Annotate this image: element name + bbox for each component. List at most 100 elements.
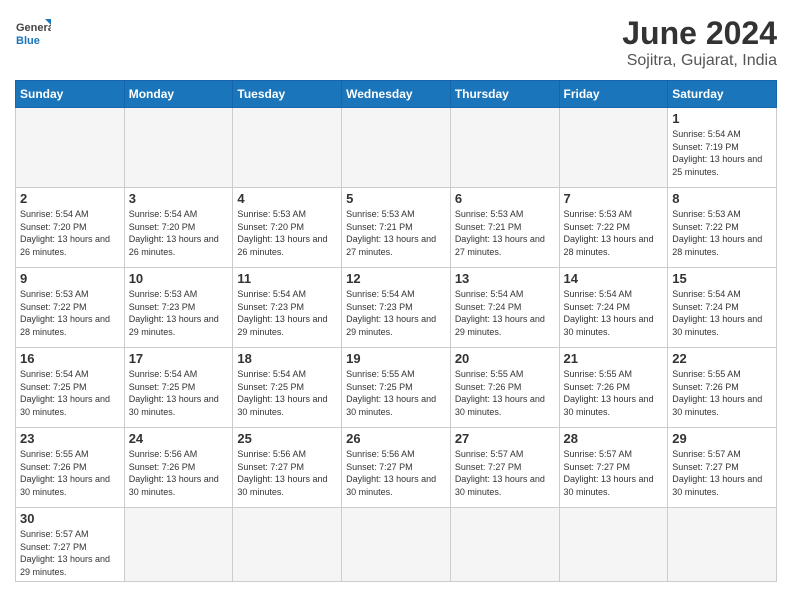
calendar-cell: 16Sunrise: 5:54 AMSunset: 7:25 PMDayligh… xyxy=(16,348,125,428)
week-row-5: 23 Sunrise: 5:55 AMSunset: 7:26 PMDayligh… xyxy=(16,428,777,508)
weekday-monday: Monday xyxy=(124,81,233,108)
svg-text:General: General xyxy=(16,22,51,34)
day-number: 9 xyxy=(20,271,120,286)
day-info: Sunrise: 5:56 AMSunset: 7:26 PMDaylight:… xyxy=(129,448,229,498)
weekday-header-row: SundayMondayTuesdayWednesdayThursdayFrid… xyxy=(16,81,777,108)
day-info: Sunrise: 5:54 AMSunset: 7:24 PMDaylight:… xyxy=(672,288,772,338)
day-info: Sunrise: 5:53 AMSunset: 7:22 PMDaylight:… xyxy=(672,208,772,258)
day-number: 26 xyxy=(346,431,446,446)
day-info: Sunrise: 5:57 AMSunset: 7:27 PMDaylight:… xyxy=(564,448,664,498)
calendar-cell: 6Sunrise: 5:53 AMSunset: 7:21 PMDaylight… xyxy=(450,188,559,268)
calendar-cell: 27Sunrise: 5:57 AMSunset: 7:27 PMDayligh… xyxy=(450,428,559,508)
calendar-cell xyxy=(16,108,125,188)
day-info: Sunrise: 5:54 AMSunset: 7:23 PMDaylight:… xyxy=(237,288,337,338)
calendar-cell: 11 Sunrise: 5:54 AMSunset: 7:23 PMDayligh… xyxy=(233,268,342,348)
day-number: 20 xyxy=(455,351,555,366)
calendar-cell: 8 Sunrise: 5:53 AMSunset: 7:22 PMDaylight… xyxy=(668,188,777,268)
day-info: Sunrise: 5:55 AMSunset: 7:26 PMDaylight:… xyxy=(20,448,120,498)
day-info: Sunrise: 5:56 AMSunset: 7:27 PMDaylight:… xyxy=(346,448,446,498)
calendar-cell: 10Sunrise: 5:53 AMSunset: 7:23 PMDayligh… xyxy=(124,268,233,348)
calendar-cell: 20 Sunrise: 5:55 AMSunset: 7:26 PMDayligh… xyxy=(450,348,559,428)
month-year: June 2024 xyxy=(622,15,777,52)
header: General Blue June 2024 Sojitra, Gujarat,… xyxy=(15,15,777,70)
calendar-cell: 7Sunrise: 5:53 AMSunset: 7:22 PMDaylight… xyxy=(559,188,668,268)
week-row-6: 30Sunrise: 5:57 AMSunset: 7:27 PMDayligh… xyxy=(16,508,777,582)
calendar-cell: 12Sunrise: 5:54 AMSunset: 7:23 PMDayligh… xyxy=(342,268,451,348)
weekday-thursday: Thursday xyxy=(450,81,559,108)
calendar-cell xyxy=(559,508,668,582)
day-info: Sunrise: 5:54 AMSunset: 7:24 PMDaylight:… xyxy=(564,288,664,338)
day-number: 24 xyxy=(129,431,229,446)
calendar-cell: 9 Sunrise: 5:53 AMSunset: 7:22 PMDaylight… xyxy=(16,268,125,348)
day-info: Sunrise: 5:54 AMSunset: 7:25 PMDaylight:… xyxy=(237,368,337,418)
weekday-wednesday: Wednesday xyxy=(342,81,451,108)
calendar-cell: 13 Sunrise: 5:54 AMSunset: 7:24 PMDayligh… xyxy=(450,268,559,348)
day-number: 5 xyxy=(346,191,446,206)
week-row-4: 16 Sunrise: 5:54 AMSunset: 7:25 PMDayligh… xyxy=(16,348,777,428)
day-number: 13 xyxy=(455,271,555,286)
week-row-1: 1Sunrise: 5:54 AMSunset: 7:19 PMDaylight… xyxy=(16,108,777,188)
day-number: 14 xyxy=(564,271,664,286)
calendar-cell: 2Sunrise: 5:54 AMSunset: 7:20 PMDaylight… xyxy=(16,188,125,268)
day-number: 2 xyxy=(20,191,120,206)
day-number: 11 xyxy=(237,271,337,286)
day-number: 15 xyxy=(672,271,772,286)
calendar-cell xyxy=(668,508,777,582)
calendar-cell xyxy=(450,108,559,188)
calendar-cell: 5 Sunrise: 5:53 AMSunset: 7:21 PMDaylight… xyxy=(342,188,451,268)
day-number: 10 xyxy=(129,271,229,286)
calendar-cell: 3 Sunrise: 5:54 AMSunset: 7:20 PMDaylight… xyxy=(124,188,233,268)
calendar-cell: 24 Sunrise: 5:56 AMSunset: 7:26 PMDayligh… xyxy=(124,428,233,508)
day-number: 1 xyxy=(672,111,772,126)
day-info: Sunrise: 5:57 AMSunset: 7:27 PMDaylight:… xyxy=(672,448,772,498)
calendar-cell: 28 Sunrise: 5:57 AMSunset: 7:27 PMDayligh… xyxy=(559,428,668,508)
calendar-cell xyxy=(124,508,233,582)
logo-svg: General Blue xyxy=(15,15,51,51)
day-number: 28 xyxy=(564,431,664,446)
weekday-friday: Friday xyxy=(559,81,668,108)
week-row-2: 2 Sunrise: 5:54 AMSunset: 7:20 PMDaylight… xyxy=(16,188,777,268)
calendar-cell: 22Sunrise: 5:55 AMSunset: 7:26 PMDayligh… xyxy=(668,348,777,428)
calendar-cell: 25 Sunrise: 5:56 AMSunset: 7:27 PMDayligh… xyxy=(233,428,342,508)
day-number: 19 xyxy=(346,351,446,366)
day-info: Sunrise: 5:54 AMSunset: 7:20 PMDaylight:… xyxy=(129,208,229,258)
calendar-cell xyxy=(342,508,451,582)
day-number: 18 xyxy=(237,351,337,366)
day-info: Sunrise: 5:56 AMSunset: 7:27 PMDaylight:… xyxy=(237,448,337,498)
calendar-cell: 29 Sunrise: 5:57 AMSunset: 7:27 PMDayligh… xyxy=(668,428,777,508)
calendar-cell: 1Sunrise: 5:54 AMSunset: 7:19 PMDaylight… xyxy=(668,108,777,188)
calendar-cell: 17Sunrise: 5:54 AMSunset: 7:25 PMDayligh… xyxy=(124,348,233,428)
calendar-table: SundayMondayTuesdayWednesdayThursdayFrid… xyxy=(15,80,777,582)
day-number: 29 xyxy=(672,431,772,446)
day-info: Sunrise: 5:53 AMSunset: 7:21 PMDaylight:… xyxy=(346,208,446,258)
location: Sojitra, Gujarat, India xyxy=(622,52,777,70)
calendar-cell: 18 Sunrise: 5:54 AMSunset: 7:25 PMDayligh… xyxy=(233,348,342,428)
svg-text:Blue: Blue xyxy=(16,35,40,47)
weekday-sunday: Sunday xyxy=(16,81,125,108)
day-number: 30 xyxy=(20,511,120,526)
day-number: 8 xyxy=(672,191,772,206)
day-number: 4 xyxy=(237,191,337,206)
day-number: 23 xyxy=(20,431,120,446)
weekday-tuesday: Tuesday xyxy=(233,81,342,108)
calendar-cell xyxy=(124,108,233,188)
day-number: 22 xyxy=(672,351,772,366)
day-info: Sunrise: 5:53 AMSunset: 7:22 PMDaylight:… xyxy=(20,288,120,338)
day-number: 16 xyxy=(20,351,120,366)
week-row-3: 9 Sunrise: 5:53 AMSunset: 7:22 PMDaylight… xyxy=(16,268,777,348)
day-info: Sunrise: 5:55 AMSunset: 7:26 PMDaylight:… xyxy=(455,368,555,418)
calendar-cell xyxy=(233,508,342,582)
day-number: 17 xyxy=(129,351,229,366)
calendar-cell: 30Sunrise: 5:57 AMSunset: 7:27 PMDayligh… xyxy=(16,508,125,582)
day-number: 25 xyxy=(237,431,337,446)
day-number: 3 xyxy=(129,191,229,206)
day-info: Sunrise: 5:55 AMSunset: 7:25 PMDaylight:… xyxy=(346,368,446,418)
calendar-cell: 4Sunrise: 5:53 AMSunset: 7:20 PMDaylight… xyxy=(233,188,342,268)
day-info: Sunrise: 5:55 AMSunset: 7:26 PMDaylight:… xyxy=(564,368,664,418)
day-info: Sunrise: 5:54 AMSunset: 7:24 PMDaylight:… xyxy=(455,288,555,338)
day-info: Sunrise: 5:57 AMSunset: 7:27 PMDaylight:… xyxy=(455,448,555,498)
logo: General Blue xyxy=(15,15,51,51)
calendar-cell: 21Sunrise: 5:55 AMSunset: 7:26 PMDayligh… xyxy=(559,348,668,428)
calendar-cell: 15 Sunrise: 5:54 AMSunset: 7:24 PMDayligh… xyxy=(668,268,777,348)
day-info: Sunrise: 5:53 AMSunset: 7:21 PMDaylight:… xyxy=(455,208,555,258)
